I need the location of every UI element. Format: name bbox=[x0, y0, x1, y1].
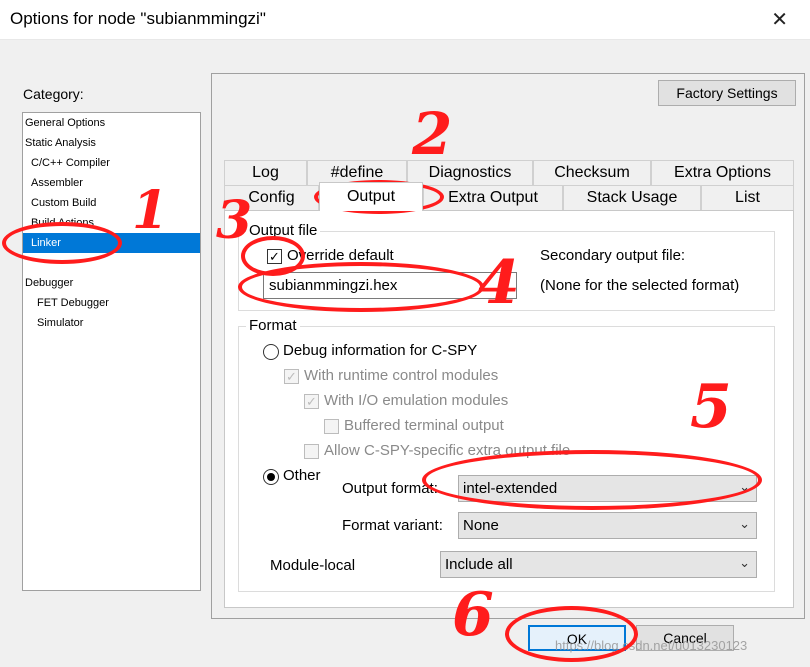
window-title: Options for node "subianmmingzi" bbox=[10, 9, 266, 28]
module-local-value: Include all bbox=[445, 556, 513, 573]
category-label: Category: bbox=[23, 86, 84, 102]
tab-list[interactable]: List bbox=[701, 185, 794, 210]
debug-info-radio[interactable] bbox=[263, 344, 279, 360]
format-variant-label: Format variant: bbox=[342, 517, 443, 534]
tab-extra-options[interactable]: Extra Options bbox=[651, 160, 794, 185]
annotation-number-3: 3 bbox=[216, 190, 253, 251]
buffered-output-checkbox bbox=[324, 419, 339, 434]
tab-log[interactable]: Log bbox=[224, 160, 307, 185]
other-format-label: Other bbox=[283, 467, 321, 484]
tree-item-simulator[interactable]: Simulator bbox=[23, 313, 200, 333]
runtime-modules-checkbox: ✓ bbox=[284, 369, 299, 384]
allow-cspy-checkbox bbox=[304, 444, 319, 459]
category-tree[interactable]: General Options Static Analysis C/C++ Co… bbox=[22, 112, 201, 591]
tree-item-custom-build[interactable]: Custom Build bbox=[23, 193, 200, 213]
annotation-circle-ok bbox=[505, 606, 638, 662]
annotation-circle-linker bbox=[2, 222, 122, 264]
tab-stack-usage[interactable]: Stack Usage bbox=[563, 185, 701, 210]
tree-item-debugger[interactable]: Debugger bbox=[23, 273, 200, 293]
io-modules-label: With I/O emulation modules bbox=[324, 392, 509, 409]
format-variant-select[interactable]: None ⌄ bbox=[458, 512, 757, 539]
tree-item-general-options[interactable]: General Options bbox=[23, 113, 200, 133]
tree-item-fet-debugger[interactable]: FET Debugger bbox=[23, 293, 200, 313]
module-local-select[interactable]: Include all ⌄ bbox=[440, 551, 757, 578]
tree-item-static-analysis[interactable]: Static Analysis bbox=[23, 133, 200, 153]
annotation-number-6: 6 bbox=[452, 580, 494, 650]
format-legend: Format bbox=[246, 317, 300, 334]
module-local-label: Module-local bbox=[270, 557, 356, 574]
tree-item-assembler[interactable]: Assembler bbox=[23, 173, 200, 193]
annotation-circle-output-format bbox=[422, 450, 762, 510]
tab-extra-output[interactable]: Extra Output bbox=[423, 185, 563, 210]
secondary-output-value: (None for the selected format) bbox=[540, 277, 740, 294]
tab-checksum[interactable]: Checksum bbox=[533, 160, 651, 185]
tab-output[interactable]: Output bbox=[319, 182, 423, 211]
format-variant-value: None bbox=[463, 517, 499, 534]
chevron-down-icon: ⌄ bbox=[739, 555, 750, 570]
tree-item-compiler[interactable]: C/C++ Compiler bbox=[23, 153, 200, 173]
secondary-output-label: Secondary output file: bbox=[540, 247, 686, 264]
factory-settings-button[interactable]: Factory Settings bbox=[658, 80, 796, 106]
chevron-down-icon: ⌄ bbox=[739, 516, 750, 531]
debug-info-label: Debug information for C-SPY bbox=[283, 342, 478, 359]
close-icon[interactable]: ✕ bbox=[771, 7, 788, 32]
annotation-number-1: 1 bbox=[132, 180, 169, 241]
runtime-modules-label: With runtime control modules bbox=[304, 367, 499, 384]
other-format-radio[interactable] bbox=[263, 469, 279, 485]
io-modules-checkbox: ✓ bbox=[304, 394, 319, 409]
annotation-number-5: 5 bbox=[690, 372, 732, 442]
annotation-number-2: 2 bbox=[412, 100, 453, 168]
title-bar: Options for node "subianmmingzi" ✕ bbox=[0, 0, 810, 40]
annotation-circle-filename bbox=[238, 262, 484, 312]
annotation-number-4: 4 bbox=[478, 248, 520, 318]
buffered-output-label: Buffered terminal output bbox=[344, 417, 504, 434]
